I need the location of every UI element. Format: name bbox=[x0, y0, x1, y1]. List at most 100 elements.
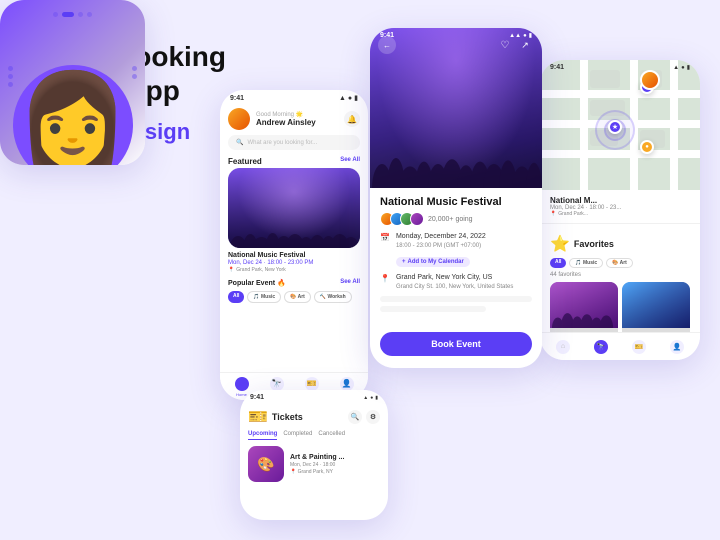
explore-nav-icon: 🔭 bbox=[270, 377, 284, 391]
p3-nav-profile[interactable]: 👤 bbox=[670, 340, 684, 354]
p2-hero-image: ← ♡ ↗ bbox=[370, 28, 542, 188]
p1-event-info: National Music Festival Mon, Dec 24 · 18… bbox=[220, 248, 368, 275]
status-bar-1: 9:41 ▲ ● ▮ bbox=[220, 90, 368, 104]
p1-bell-button[interactable]: 🔔 bbox=[344, 111, 360, 127]
p3-explore-icon: 🔭 bbox=[594, 340, 608, 354]
battery-icon-2: ▮ bbox=[529, 32, 532, 39]
p4-ticket-loc: 📍 Grand Park, NY bbox=[290, 469, 344, 475]
phone2-screen: 9:41 ▲▲ ● ▮ bbox=[370, 28, 542, 368]
p5-dot-2 bbox=[62, 12, 74, 17]
p2-book-event-button[interactable]: Book Event bbox=[380, 332, 532, 356]
status-time-3: 9:41 bbox=[550, 64, 564, 71]
home-nav-icon: ⌂ bbox=[235, 377, 249, 391]
p2-date-label: Monday, December 24, 2022 bbox=[396, 232, 486, 242]
loc-icon-p4: 📍 bbox=[290, 469, 296, 475]
status-time-2: 9:41 bbox=[380, 32, 394, 39]
phone4-screen: 9:41 ▲ ● ▮ 🎫 Tickets 🔍 ⚙ Upcoming Com bbox=[240, 390, 388, 520]
p1-search-placeholder: What are you looking for... bbox=[247, 140, 317, 146]
p3-nav-explore[interactable]: 🔭 bbox=[594, 340, 608, 354]
signal-icon: ▲ bbox=[339, 95, 346, 102]
status-time-4: 9:41 bbox=[250, 394, 264, 401]
p2-add-calendar-btn[interactable]: + Add to My Calendar bbox=[396, 257, 470, 267]
p1-tag-all[interactable]: All bbox=[228, 291, 244, 303]
fav-tag-art[interactable]: 🎨 Art bbox=[606, 258, 633, 268]
p5-right-dots bbox=[132, 66, 137, 79]
calendar-icon: 📅 bbox=[380, 233, 390, 242]
status-icons-1: ▲ ● ▮ bbox=[339, 94, 358, 102]
location-icon: 📍 bbox=[380, 274, 390, 283]
bell-icon: 🔔 bbox=[347, 115, 357, 124]
p4-header-actions: 🔍 ⚙ bbox=[348, 410, 380, 424]
p1-filter-tags: All 🎵 Music 🎨 Art 🔨 Worksh bbox=[220, 289, 368, 305]
p2-location-row: 📍 Grand Park, New York City, US Grand Ci… bbox=[380, 273, 532, 291]
status-icons-4: ▲ ● ▮ bbox=[363, 395, 378, 401]
pin-icon: ★ bbox=[612, 123, 618, 131]
p4-search-btn[interactable]: 🔍 bbox=[348, 410, 362, 424]
status-bar-3: 9:41 ▲ ● ▮ bbox=[540, 60, 700, 73]
p4-ticket-info: Art & Painting ... Mon, Dec 24 · 18:00 📍… bbox=[290, 454, 344, 475]
right-dot-1 bbox=[132, 66, 137, 71]
wifi-icon: ● bbox=[348, 95, 352, 102]
p2-event-title: National Music Festival bbox=[380, 196, 532, 208]
p3-nav-home[interactable]: ⌂ bbox=[556, 340, 570, 354]
p5-dot-4 bbox=[87, 12, 92, 17]
map-pin-main[interactable]: ★ bbox=[608, 120, 622, 134]
wifi-icon-3: ● bbox=[681, 65, 685, 71]
p2-time-label: 18:00 - 23:00 PM (GMT +07:00) bbox=[396, 242, 486, 250]
loc-icon-3: 📍 bbox=[550, 211, 556, 217]
p4-tab-completed[interactable]: Completed bbox=[283, 431, 312, 440]
favorites-star-icon: ⭐ bbox=[550, 234, 570, 254]
p1-see-all-1[interactable]: See All bbox=[340, 157, 360, 166]
p3-favorites-header: ⭐ Favorites bbox=[550, 234, 690, 254]
p1-tag-workshop[interactable]: 🔨 Worksh bbox=[314, 291, 352, 303]
p1-popular-label: Popular Event 🔥 bbox=[228, 279, 286, 287]
p4-title: Tickets bbox=[272, 412, 303, 422]
fav-tag-music[interactable]: 🎵 Music bbox=[569, 258, 603, 268]
p1-featured-label: Featured bbox=[228, 157, 262, 166]
p1-header: Good Morning 🌟 Andrew Ainsley 🔔 bbox=[220, 104, 368, 132]
p3-tickets-icon: 🎫 bbox=[632, 340, 646, 354]
p1-tag-music[interactable]: 🎵 Music bbox=[247, 291, 281, 303]
p2-location-info: Grand Park, New York City, US Grand City… bbox=[396, 273, 513, 291]
wifi4: ● bbox=[370, 395, 373, 401]
p2-crowd-svg bbox=[370, 92, 542, 188]
p4-content: 🎫 Tickets 🔍 ⚙ Upcoming Completed Cancell… bbox=[240, 403, 388, 486]
loc-icon: 📍 bbox=[228, 267, 234, 273]
p1-event-name: National Music Festival bbox=[228, 252, 360, 259]
p5-dot-3 bbox=[78, 12, 83, 17]
p1-greeting: Good Morning 🌟 bbox=[256, 111, 316, 118]
fav-tag-all[interactable]: All bbox=[550, 258, 566, 268]
tickets-icon-p4: 🎫 bbox=[248, 407, 268, 427]
p4-title-row: 🎫 Tickets bbox=[248, 407, 303, 427]
map-road-v1 bbox=[580, 60, 588, 190]
battery-icon-3: ▮ bbox=[687, 64, 690, 71]
p4-tab-upcoming[interactable]: Upcoming bbox=[248, 431, 277, 440]
p2-attendees-row: 20,000+ going bbox=[380, 212, 532, 226]
map-road-v3 bbox=[670, 60, 678, 190]
p4-tab-cancelled[interactable]: Cancelled bbox=[318, 431, 345, 440]
signal-icon-2: ▲▲ bbox=[509, 33, 521, 39]
map-pin-3[interactable]: ● bbox=[640, 140, 654, 154]
p4-filter-btn[interactable]: ⚙ bbox=[366, 410, 380, 424]
p3-home-icon: ⌂ bbox=[556, 340, 570, 354]
p3-nav-tickets[interactable]: 🎫 bbox=[632, 340, 646, 354]
p1-tag-art[interactable]: 🎨 Art bbox=[284, 291, 311, 303]
card2-overlay bbox=[622, 282, 690, 328]
left-dot-1 bbox=[8, 66, 13, 71]
crowd-svg bbox=[228, 208, 360, 248]
p4-tabs: Upcoming Completed Cancelled bbox=[248, 431, 380, 440]
bat4: ▮ bbox=[375, 395, 378, 401]
phone-map-favorites: 9:41 ▲ ● ▮ bbox=[540, 60, 700, 360]
p1-user-avatar bbox=[228, 108, 250, 130]
p1-see-all-2[interactable]: See All bbox=[340, 279, 360, 287]
phone-event-detail: 9:41 ▲▲ ● ▮ bbox=[370, 28, 542, 368]
p1-search-bar[interactable]: 🔍 What are you looking for... bbox=[228, 135, 360, 150]
status-bar-4: 9:41 ▲ ● ▮ bbox=[240, 390, 388, 403]
p3-event-loc: 📍 Grand Park... bbox=[550, 211, 690, 217]
p1-user-info: Good Morning 🌟 Andrew Ainsley bbox=[256, 111, 316, 127]
pin-icon-3: ● bbox=[645, 144, 649, 150]
p1-popular-header: Popular Event 🔥 See All bbox=[220, 275, 368, 289]
p2-attendees-count: 20,000+ going bbox=[428, 216, 473, 223]
p4-ticket-row: 🎨 Art & Painting ... Mon, Dec 24 · 18:00… bbox=[248, 446, 380, 482]
p2-location-addr: Grand City St. 100, New York, United Sta… bbox=[396, 283, 513, 291]
